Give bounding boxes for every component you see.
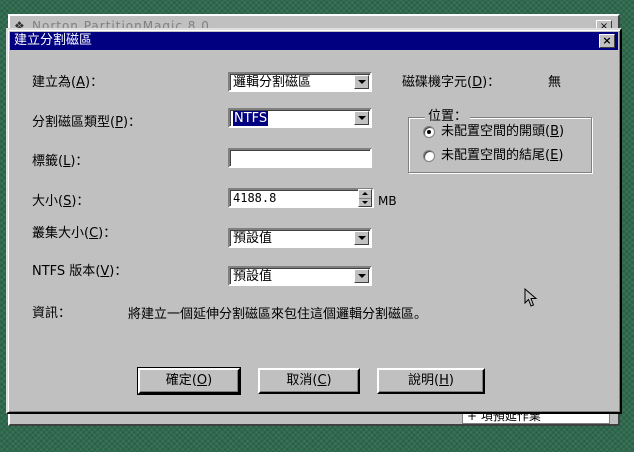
drive-letter-label: 磁碟機字元(D)： [402,75,501,90]
ntfs-version-label: NTFS 版本(V)： [32,264,128,279]
partition-type-value: NTFS [233,111,269,126]
partition-type-select[interactable]: NTFS [228,108,372,128]
cluster-size-select[interactable]: 預設值 [228,228,372,248]
create-as-label: 建立為(A)： [32,75,104,90]
partition-type-label: 分割磁區類型(P)： [32,115,142,130]
ok-button[interactable]: 確定(O) [137,367,241,395]
chevron-down-icon[interactable] [354,75,369,89]
ntfs-version-value: 預設值 [233,269,273,284]
position-group-legend: 位置： [425,109,471,125]
cluster-size-value: 預設值 [233,231,273,246]
volume-label-label: 標籤(L)： [32,154,89,169]
create-partition-dialog: 建立分割磁區 × 建立為(A)： 邏輯分割磁區 磁碟機字元(D)： 無 分割磁區… [6,28,622,414]
position-group: 位置： 未配置空間的開頭(B) 未配置空間的結尾(E) [408,109,592,173]
size-spinner[interactable] [358,189,372,207]
size-input[interactable]: 4188.8 [228,188,374,208]
size-unit: MB [378,194,397,208]
dialog-title: 建立分割磁區 [14,33,93,48]
cancel-button[interactable]: 取消(C) [258,368,360,394]
cluster-size-label: 叢集大小(C)： [32,226,117,241]
ntfs-version-select[interactable]: 預設值 [228,266,372,286]
spin-up-icon[interactable] [359,190,371,198]
volume-label-input[interactable] [228,148,372,168]
radio-icon[interactable] [423,150,435,162]
info-text: 將建立一個延伸分割磁區來包住這個邏輯分割磁區。 [128,307,428,322]
drive-letter-value: 無 [548,75,562,90]
close-button[interactable]: × [599,34,615,48]
size-label: 大小(S)： [32,194,90,209]
info-label: 資訊： [32,306,72,321]
chevron-down-icon[interactable] [354,231,369,245]
chevron-down-icon[interactable] [354,111,369,125]
help-button[interactable]: 說明(H) [377,368,485,394]
dialog-titlebar: 建立分割磁區 × [10,32,618,50]
size-value: 4188.8 [233,191,277,205]
chevron-down-icon[interactable] [354,269,369,283]
create-as-value: 邏輯分割磁區 [233,75,312,90]
spin-down-icon[interactable] [359,198,371,206]
mouse-cursor-icon [524,288,538,307]
create-as-select[interactable]: 邏輯分割磁區 [228,72,372,92]
radio-icon[interactable] [423,126,435,138]
